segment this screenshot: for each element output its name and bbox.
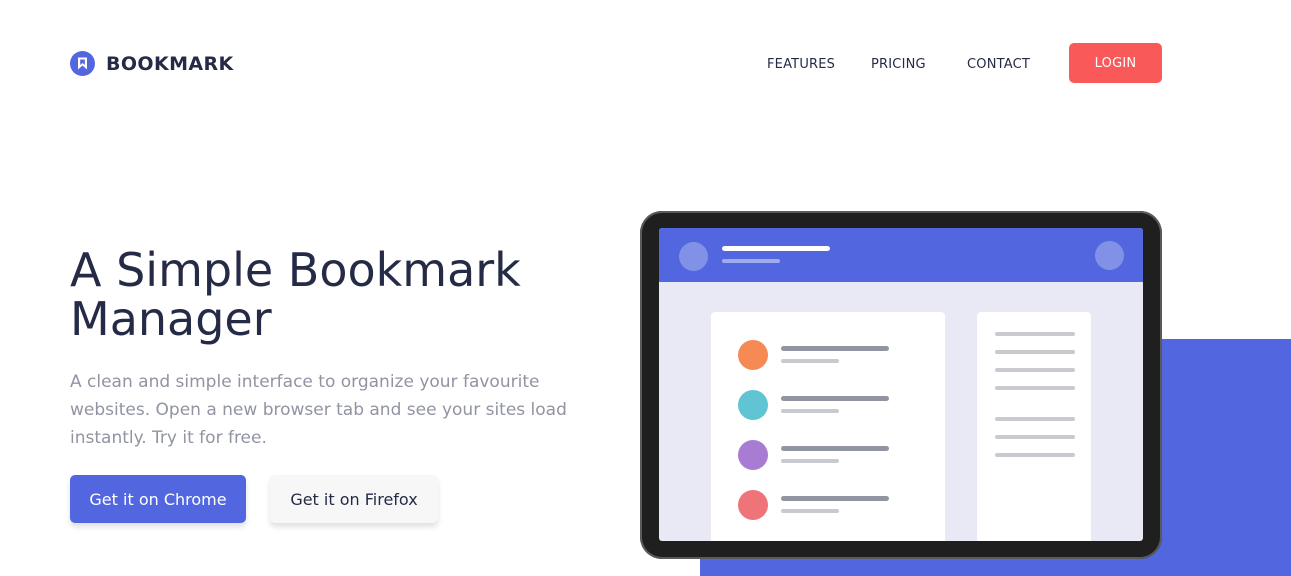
placeholder-line <box>781 509 839 513</box>
placeholder-line <box>722 246 830 251</box>
placeholder-line <box>781 409 839 413</box>
placeholder-line <box>722 259 780 263</box>
nav-link-contact[interactable]: CONTACT <box>967 57 1030 72</box>
placeholder-line <box>995 435 1075 439</box>
hero-title: A Simple Bookmark Manager <box>70 243 521 346</box>
bookmark-list-card <box>711 312 945 541</box>
tablet-illustration <box>640 211 1162 559</box>
list-item-dot <box>738 340 768 370</box>
bookmark-icon <box>70 51 95 76</box>
placeholder-line <box>995 368 1075 372</box>
screen-header-bar <box>659 228 1143 282</box>
hero-description: A clean and simple interface to organize… <box>70 372 567 448</box>
get-firefox-button[interactable]: Get it on Firefox <box>270 475 438 523</box>
placeholder-line <box>995 332 1075 336</box>
list-item-dot <box>738 440 768 470</box>
placeholder-line <box>781 496 889 501</box>
brand-name: BOOKMARK <box>106 52 234 75</box>
placeholder-line <box>995 350 1075 354</box>
placeholder-line <box>781 346 889 351</box>
tablet-screen <box>659 228 1143 541</box>
get-chrome-button[interactable]: Get it on Chrome <box>70 475 246 523</box>
nav-link-pricing[interactable]: PRICING <box>871 57 926 72</box>
placeholder-line <box>781 396 889 401</box>
nav-link-features[interactable]: FEATURES <box>767 57 835 72</box>
avatar-placeholder <box>1095 241 1124 270</box>
site-header: BOOKMARK FEATURES PRICING CONTACT LOGIN <box>0 0 1291 126</box>
login-button[interactable]: LOGIN <box>1069 43 1162 83</box>
placeholder-line <box>781 359 839 363</box>
placeholder-line <box>995 453 1075 457</box>
avatar-placeholder <box>679 242 708 271</box>
list-item-dot <box>738 490 768 520</box>
list-item-dot <box>738 390 768 420</box>
placeholder-line <box>995 386 1075 390</box>
placeholder-line <box>995 417 1075 421</box>
placeholder-line <box>781 459 839 463</box>
side-panel-card <box>977 312 1091 541</box>
placeholder-line <box>781 446 889 451</box>
logo[interactable]: BOOKMARK <box>70 51 234 76</box>
